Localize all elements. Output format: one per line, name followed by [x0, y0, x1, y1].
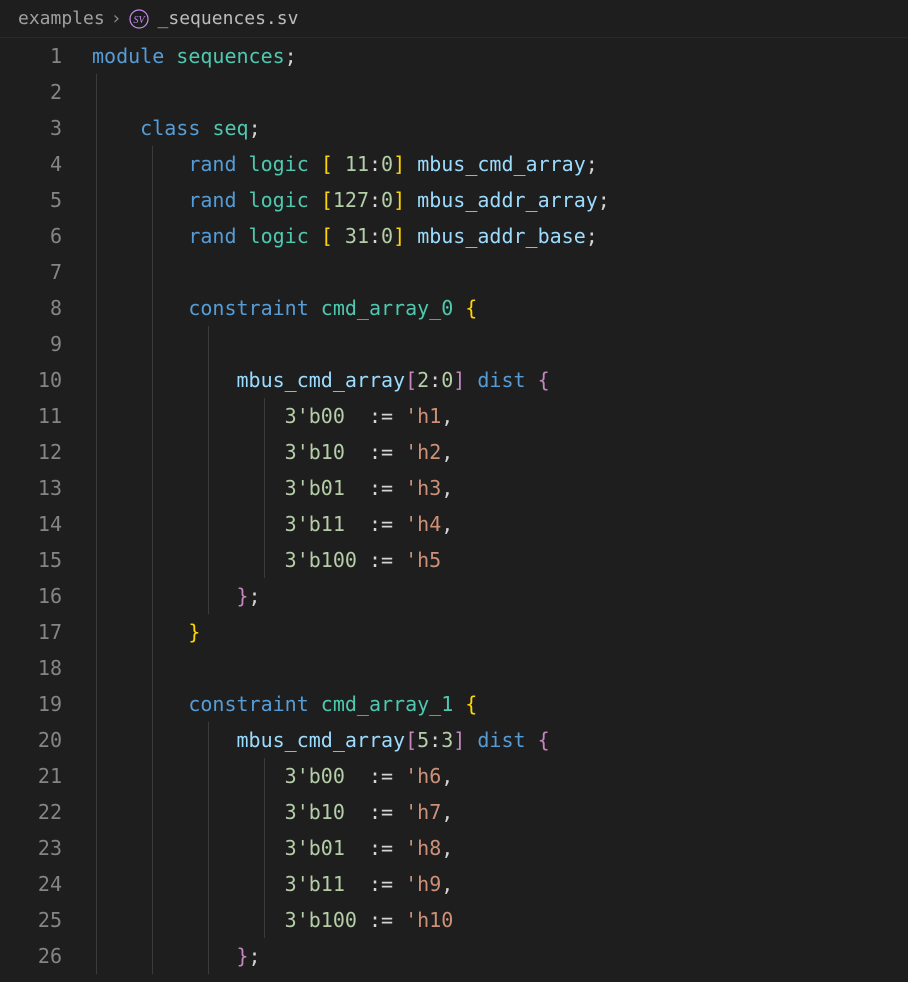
code-line[interactable]: rand logic [127:0] mbus_addr_array;	[92, 182, 908, 218]
breadcrumb-filename[interactable]: _sequences.sv	[158, 8, 299, 29]
line-number[interactable]: 3	[0, 110, 62, 146]
code-line[interactable]: 3'b01 := 'h8,	[92, 830, 908, 866]
code-line[interactable]: };	[92, 578, 908, 614]
line-number[interactable]: 11	[0, 398, 62, 434]
code-area[interactable]: module sequences; class seq; rand logic …	[92, 38, 908, 982]
code-line[interactable]	[92, 254, 908, 290]
indent-guide	[208, 326, 209, 362]
line-number[interactable]: 5	[0, 182, 62, 218]
code-line[interactable]: rand logic [ 31:0] mbus_addr_base;	[92, 218, 908, 254]
line-number[interactable]: 19	[0, 686, 62, 722]
code-line[interactable]: constraint cmd_array_1 {	[92, 686, 908, 722]
code-line[interactable]	[92, 326, 908, 362]
code-line[interactable]: }	[92, 614, 908, 650]
line-number[interactable]: 24	[0, 866, 62, 902]
code-line[interactable]: mbus_cmd_array[2:0] dist {	[92, 362, 908, 398]
line-number[interactable]: 1	[0, 38, 62, 74]
line-number[interactable]: 9	[0, 326, 62, 362]
line-number[interactable]: 13	[0, 470, 62, 506]
svg-text:SV: SV	[133, 15, 146, 26]
breadcrumb[interactable]: examples › SV _sequences.sv	[0, 0, 908, 38]
code-line[interactable]: mbus_cmd_array[5:3] dist {	[92, 722, 908, 758]
line-number[interactable]: 14	[0, 506, 62, 542]
code-line[interactable]	[92, 74, 908, 110]
breadcrumb-sep: ›	[111, 8, 122, 29]
editor: 1234567891011121314151617181920212223242…	[0, 38, 908, 982]
indent-guide	[96, 326, 97, 362]
sv-file-icon: SV	[128, 8, 150, 30]
code-line[interactable]: rand logic [ 11:0] mbus_cmd_array;	[92, 146, 908, 182]
code-line[interactable]: 3'b00 := 'h6,	[92, 758, 908, 794]
line-number[interactable]: 23	[0, 830, 62, 866]
code-line[interactable]: 3'b11 := 'h4,	[92, 506, 908, 542]
indent-guide	[152, 254, 153, 290]
line-number[interactable]: 7	[0, 254, 62, 290]
code-line[interactable]: 3'b11 := 'h9,	[92, 866, 908, 902]
line-number[interactable]: 26	[0, 938, 62, 974]
code-line[interactable]: 3'b100 := 'h10	[92, 902, 908, 938]
line-number[interactable]: 17	[0, 614, 62, 650]
indent-guide	[152, 326, 153, 362]
line-number[interactable]: 20	[0, 722, 62, 758]
line-number[interactable]: 2	[0, 74, 62, 110]
code-line[interactable]: 3'b01 := 'h3,	[92, 470, 908, 506]
line-number[interactable]: 8	[0, 290, 62, 326]
code-line[interactable]: 3'b00 := 'h1,	[92, 398, 908, 434]
line-number[interactable]: 22	[0, 794, 62, 830]
code-line[interactable]: module sequences;	[92, 38, 908, 74]
line-number[interactable]: 16	[0, 578, 62, 614]
code-line[interactable]: class seq;	[92, 110, 908, 146]
code-line[interactable]: 3'b100 := 'h5	[92, 542, 908, 578]
line-number[interactable]: 10	[0, 362, 62, 398]
code-line[interactable]	[92, 650, 908, 686]
line-number[interactable]: 21	[0, 758, 62, 794]
line-number[interactable]: 12	[0, 434, 62, 470]
line-number[interactable]: 18	[0, 650, 62, 686]
breadcrumb-folder[interactable]: examples	[18, 8, 105, 29]
indent-guide	[152, 650, 153, 686]
code-line[interactable]: };	[92, 938, 908, 974]
indent-guide	[96, 650, 97, 686]
line-number-gutter[interactable]: 1234567891011121314151617181920212223242…	[0, 38, 92, 982]
line-number[interactable]: 15	[0, 542, 62, 578]
indent-guide	[96, 254, 97, 290]
line-number[interactable]: 25	[0, 902, 62, 938]
code-line[interactable]: 3'b10 := 'h7,	[92, 794, 908, 830]
code-line[interactable]: constraint cmd_array_0 {	[92, 290, 908, 326]
line-number[interactable]: 6	[0, 218, 62, 254]
indent-guide	[96, 74, 97, 110]
line-number[interactable]: 4	[0, 146, 62, 182]
code-line[interactable]: 3'b10 := 'h2,	[92, 434, 908, 470]
